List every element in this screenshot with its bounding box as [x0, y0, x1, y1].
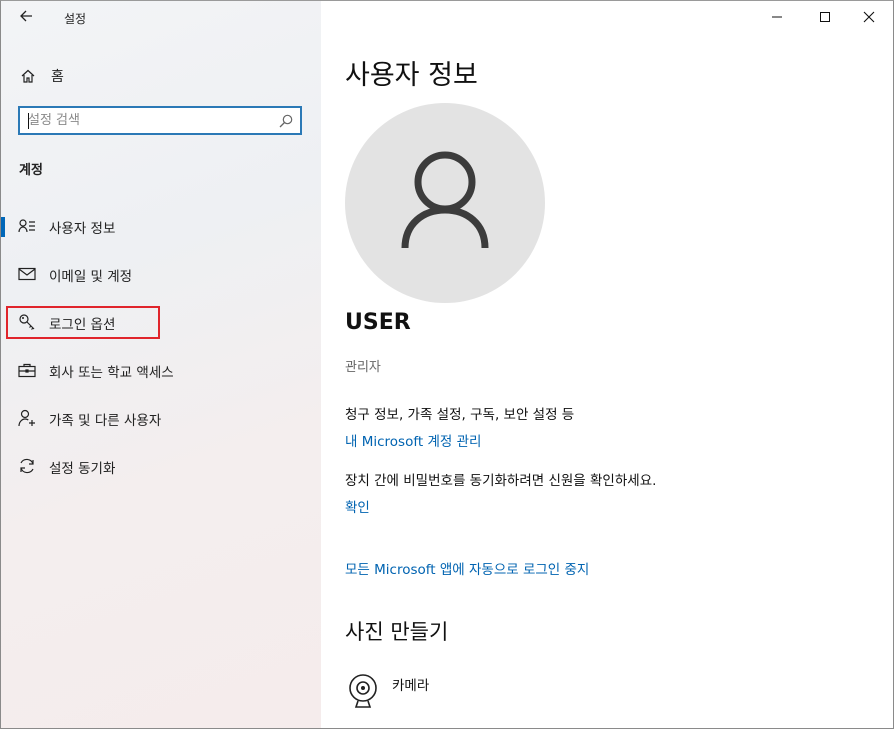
- search-input[interactable]: [28, 111, 268, 130]
- username: USER: [345, 310, 411, 335]
- settings-window: 설정 홈 계정 사용자 정보 이메일 및 계정: [0, 0, 894, 729]
- sync-icon: [17, 457, 36, 475]
- user-avatar-icon: [395, 146, 495, 260]
- sidebar-item-signin-options[interactable]: 로그인 옵션: [1, 304, 321, 340]
- sidebar-item-label: 설정 동기화: [49, 461, 116, 477]
- verify-link[interactable]: 확인: [345, 496, 370, 516]
- manage-account-link[interactable]: 내 Microsoft 계정 관리: [345, 430, 481, 450]
- back-button[interactable]: [15, 7, 37, 29]
- sidebar-item-family[interactable]: 가족 및 다른 사용자: [1, 400, 321, 436]
- sidebar-item-user-info[interactable]: 사용자 정보: [1, 208, 321, 244]
- search-box[interactable]: [18, 106, 302, 135]
- sidebar-item-email-accounts[interactable]: 이메일 및 계정: [1, 256, 321, 292]
- main-content: 사용자 정보 USER 관리자 청구 정보, 가족 설정, 구독, 보안 설정 …: [321, 1, 893, 728]
- person-add-icon: [17, 409, 36, 427]
- sidebar-item-sync[interactable]: 설정 동기화: [1, 448, 321, 484]
- stop-auto-signin-link[interactable]: 모든 Microsoft 앱에 자동으로 로그인 중지: [345, 558, 589, 578]
- maximize-icon: [819, 8, 831, 27]
- close-icon: [863, 8, 875, 27]
- sync-verify-text: 장치 간에 비밀번호를 동기화하려면 신원을 확인하세요.: [345, 473, 657, 489]
- home-icon: [19, 67, 37, 85]
- maximize-button[interactable]: [801, 1, 849, 33]
- photo-section-title: 사진 만들기: [345, 620, 449, 644]
- section-title: 계정: [19, 163, 43, 178]
- camera-option-label[interactable]: 카메라: [392, 674, 429, 694]
- sidebar-item-label: 로그인 옵션: [49, 317, 116, 333]
- arrow-left-icon: [19, 8, 33, 28]
- text-caret: [28, 113, 29, 129]
- briefcase-icon: [17, 361, 36, 379]
- page-title: 사용자 정보: [345, 60, 478, 91]
- sidebar-item-label: 홈: [51, 69, 64, 85]
- camera-icon[interactable]: [347, 673, 379, 709]
- close-button[interactable]: [845, 1, 893, 33]
- sidebar-item-label: 회사 또는 학교 액세스: [49, 365, 174, 381]
- sidebar-item-label: 가족 및 다른 사용자: [49, 413, 162, 429]
- minimize-button[interactable]: [753, 1, 801, 33]
- sidebar-item-label: 이메일 및 계정: [49, 269, 133, 285]
- avatar: [345, 103, 545, 303]
- sidebar-item-home[interactable]: 홈: [19, 65, 64, 87]
- sidebar-item-work-school[interactable]: 회사 또는 학교 액세스: [1, 352, 321, 388]
- account-role: 관리자: [345, 360, 381, 375]
- mail-icon: [17, 265, 36, 283]
- key-icon: [17, 313, 36, 331]
- sidebar-item-label: 사용자 정보: [49, 221, 116, 237]
- sidebar: 설정 홈 계정 사용자 정보 이메일 및 계정: [1, 1, 321, 728]
- window-title: 설정: [64, 12, 87, 26]
- minimize-icon: [771, 8, 783, 27]
- billing-info-text: 청구 정보, 가족 설정, 구독, 보안 설정 등: [345, 407, 575, 423]
- user-info-icon: [17, 217, 36, 235]
- search-icon[interactable]: [278, 113, 294, 129]
